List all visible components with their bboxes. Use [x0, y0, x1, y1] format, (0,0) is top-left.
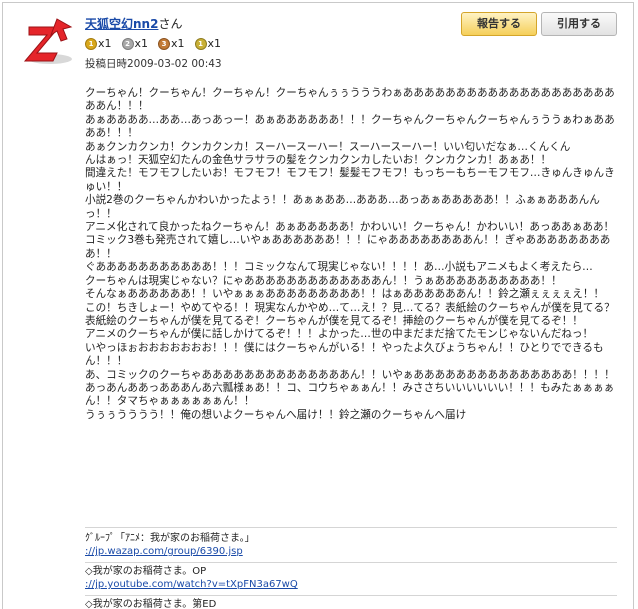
- badge-gold: 1 x1: [85, 37, 112, 50]
- group-link[interactable]: ://jp.wazap.com/group/6390.jsp: [85, 546, 243, 557]
- divider: [85, 527, 617, 528]
- badge-count: x1: [207, 37, 222, 50]
- other-medal-icon: 1: [194, 37, 207, 50]
- post-body: クーちゃん！クーちゃん！クーちゃん！クーちゃんぅぅうううわぁああああああああああ…: [85, 87, 615, 421]
- group-label: ｸﾞﾙｰﾌﾟ「ｱﾆﾒ：我が家のお稲荷さま。」: [85, 533, 255, 544]
- quote-button[interactable]: 引用する: [541, 12, 617, 36]
- link-list: ｸﾞﾙｰﾌﾟ「ｱﾆﾒ：我が家のお稲荷さま。」 ://jp.wazap.com/g…: [85, 532, 625, 609]
- username-link[interactable]: 天狐空幻nn2: [85, 17, 158, 31]
- op-label: ◇我が家のお稲荷さま。OP: [85, 566, 207, 577]
- gold-medal-icon: 1: [85, 37, 97, 50]
- post-date: 投稿日時2009-03-02 00:43: [85, 58, 222, 70]
- op-link[interactable]: ://jp.youtube.com/watch?v=tXpFN3a67wQ: [85, 579, 298, 590]
- badge-silver: 2 x1: [121, 37, 149, 50]
- badge-bronze: 3 x1: [158, 37, 185, 50]
- badge-other: 1 x1: [194, 37, 222, 50]
- badge-list: 1 x1 2 x1 3 x1 1 x1: [85, 37, 221, 50]
- username-row: 天狐空幻nn2さん: [85, 15, 182, 32]
- divider: [85, 591, 617, 596]
- badge-count: x1: [134, 37, 149, 50]
- username-suffix: さん: [158, 17, 183, 31]
- badge-count: x1: [98, 37, 112, 50]
- silver-medal-icon: 2: [121, 37, 134, 50]
- badge-count: x1: [171, 37, 185, 50]
- divider: [85, 558, 617, 563]
- report-button[interactable]: 報告する: [461, 12, 537, 36]
- ed-label: ◇我が家のお稲荷さま。第ED: [85, 599, 217, 609]
- user-avatar-icon: [23, 18, 73, 64]
- post-card: 天狐空幻nn2さん 1 x1 2 x1 3 x1 1 x1 投稿日時2009-0…: [2, 2, 634, 609]
- avatar[interactable]: [23, 17, 75, 67]
- bronze-medal-icon: 3: [158, 37, 171, 50]
